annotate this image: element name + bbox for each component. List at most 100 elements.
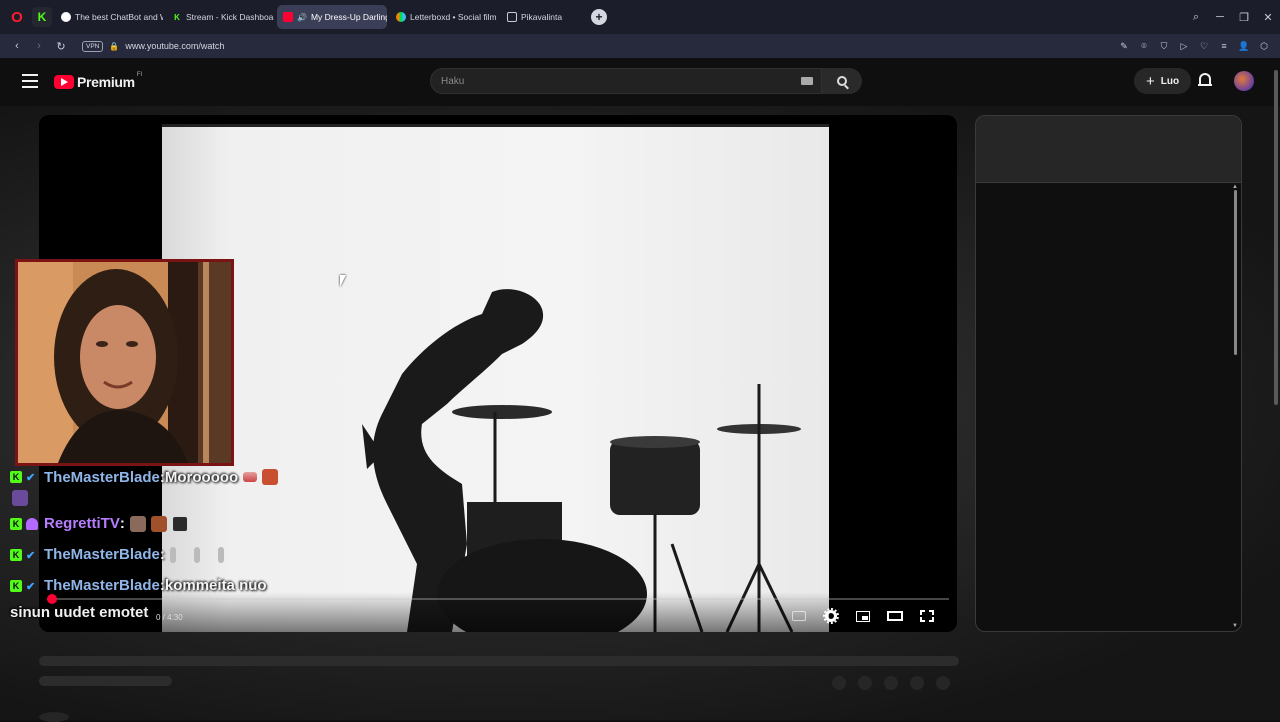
search-button[interactable] xyxy=(822,68,862,94)
miniplayer-button[interactable] xyxy=(847,606,879,626)
emote-image xyxy=(12,490,28,506)
keyboard-icon[interactable] xyxy=(801,77,813,85)
fullscreen-icon xyxy=(920,610,934,622)
kick-badge-icon: K xyxy=(10,471,22,483)
edit-icon[interactable]: ✎ xyxy=(1114,41,1134,52)
menu-icon[interactable]: ≡ xyxy=(1214,41,1234,51)
minimize-icon[interactable]: ─ xyxy=(1208,11,1232,23)
lock-icon[interactable]: 🔒 xyxy=(109,42,119,51)
search-box[interactable] xyxy=(430,68,822,94)
emote-image xyxy=(129,515,146,532)
tab-label: Stream - Kick Dashboard xyxy=(186,12,274,22)
tab-speed-dial[interactable]: Pikavalinta xyxy=(501,5,581,29)
player-right-controls xyxy=(783,606,943,626)
url-field[interactable]: www.youtube.com/watch xyxy=(125,41,224,51)
forward-icon[interactable]: › xyxy=(28,40,50,52)
profile-icon[interactable]: 👤 xyxy=(1234,41,1254,52)
youtube-logo[interactable]: Premium FI xyxy=(54,72,143,90)
new-tab-button[interactable]: + xyxy=(591,9,607,25)
logo-text: Premium xyxy=(77,74,135,90)
youtube-play-icon xyxy=(54,75,74,89)
window-controls: ⌕ ─ ❐ ✕ xyxy=(1184,0,1280,34)
tab-label: The best ChatBot and Wid xyxy=(75,12,163,22)
kick-badge-icon: K xyxy=(10,548,22,561)
kick-sidebar-icon[interactable]: K xyxy=(32,7,52,27)
chat-text: kommeita nuo xyxy=(164,577,267,594)
emote-image xyxy=(243,472,258,482)
tab-chatbot[interactable]: The best ChatBot and Wid xyxy=(55,5,163,29)
verified-check-icon: ✔ xyxy=(26,472,36,484)
restore-icon[interactable]: ❐ xyxy=(1232,11,1256,24)
kick-badge-icon: K xyxy=(10,579,22,592)
avatar[interactable] xyxy=(1234,71,1254,91)
subtitle-skeleton xyxy=(39,676,172,686)
theater-icon xyxy=(887,611,903,621)
play-icon[interactable]: ▷ xyxy=(1174,41,1194,52)
verified-check-icon: ✔ xyxy=(26,580,36,593)
page-scrollbar[interactable] xyxy=(1274,70,1278,405)
chatbot-favicon-icon xyxy=(61,12,71,22)
emote-image xyxy=(217,546,224,563)
create-button[interactable]: + Luo xyxy=(1134,68,1192,94)
chat-message-continuation xyxy=(10,488,340,508)
theater-mode-button[interactable] xyxy=(879,606,911,626)
side-panel: ▲ ▼ xyxy=(975,115,1242,632)
tab-youtube-active[interactable]: 🔊 My Dress-Up Darling xyxy=(277,5,387,29)
close-icon[interactable]: ✕ xyxy=(1256,11,1280,24)
extension-icon[interactable]: ⬡ xyxy=(1254,41,1274,52)
tab-label: Pikavalinta xyxy=(521,12,563,22)
chat-username: TheMasterBlade xyxy=(44,468,160,486)
country-code: FI xyxy=(136,72,143,78)
verified-check-icon: ✔ xyxy=(26,549,36,562)
tab-letterboxd[interactable]: Letterboxd • Social film d xyxy=(390,5,498,29)
chat-username: TheMasterBlade xyxy=(44,546,160,563)
chat-message: K ✔ TheMasterBlade : Morooooo xyxy=(10,466,340,488)
letterboxd-favicon-icon xyxy=(396,12,406,22)
subtitles-button[interactable] xyxy=(783,606,815,626)
side-panel-header-placeholder xyxy=(976,116,1241,183)
opera-logo-icon[interactable]: O xyxy=(6,6,28,28)
search-icon xyxy=(837,76,847,86)
mouse-cursor-icon xyxy=(340,275,346,287)
fullscreen-button[interactable] xyxy=(911,606,943,626)
youtube-favicon-icon xyxy=(283,12,293,22)
chat-separator: : xyxy=(119,515,125,532)
speaker-icon[interactable]: 🔊 xyxy=(297,12,307,22)
side-panel-scrollbar[interactable] xyxy=(1234,190,1237,355)
chat-message: K RegrettiTV : xyxy=(10,508,340,539)
back-icon[interactable]: ‹ xyxy=(6,40,28,52)
plus-icon: + xyxy=(1146,72,1155,90)
chat-message-continuation: sinun uudet emotet xyxy=(10,604,149,621)
heart-icon[interactable]: ♡ xyxy=(1194,41,1214,52)
settings-button[interactable] xyxy=(815,606,847,626)
create-label: Luo xyxy=(1160,75,1180,87)
chat-separator: : xyxy=(159,546,165,563)
action-skeletons xyxy=(832,676,962,690)
notifications-bell-icon[interactable] xyxy=(1198,73,1212,89)
webcam-overlay xyxy=(15,259,234,466)
chat-overlay: K ✔ TheMasterBlade : Morooooo K Regretti… xyxy=(10,466,340,601)
chat-message: K ✔ TheMasterBlade : kommeita nuo xyxy=(10,570,340,601)
search-tabs-icon[interactable]: ⌕ xyxy=(1184,11,1208,24)
search-input[interactable] xyxy=(431,69,791,93)
title-skeleton xyxy=(39,656,959,666)
scroll-down-icon[interactable]: ▼ xyxy=(1232,623,1238,629)
reload-icon[interactable]: ↻ xyxy=(50,40,72,53)
grid-icon xyxy=(507,12,517,22)
emote-image xyxy=(262,469,279,485)
tab-label: Letterboxd • Social film d xyxy=(410,12,498,22)
address-bar-tools: ✎ ⌾ ⛉ ▷ ♡ ≡ 👤 ⬡ xyxy=(1114,34,1274,58)
vpn-badge[interactable]: VPN xyxy=(82,40,104,52)
shield-icon[interactable]: ⛉ xyxy=(1154,41,1174,52)
kick-badge-icon: K xyxy=(10,517,22,530)
hamburger-menu-icon[interactable] xyxy=(22,74,38,88)
camera-icon[interactable]: ⌾ xyxy=(1134,41,1154,52)
youtube-header: Premium FI + Luo xyxy=(0,58,1280,122)
microphone-badge-icon xyxy=(26,517,38,530)
time-display: 0 / 4:30 xyxy=(156,613,183,622)
gear-icon xyxy=(823,608,839,624)
address-bar: ‹ › ↻ VPN 🔒 www.youtube.com/watch ✎ ⌾ ⛉ … xyxy=(0,34,1280,58)
webcam-person-image xyxy=(18,262,231,463)
chat-username: RegrettiTV xyxy=(44,515,120,532)
tab-kick-dashboard[interactable]: K Stream - Kick Dashboard xyxy=(166,5,274,29)
